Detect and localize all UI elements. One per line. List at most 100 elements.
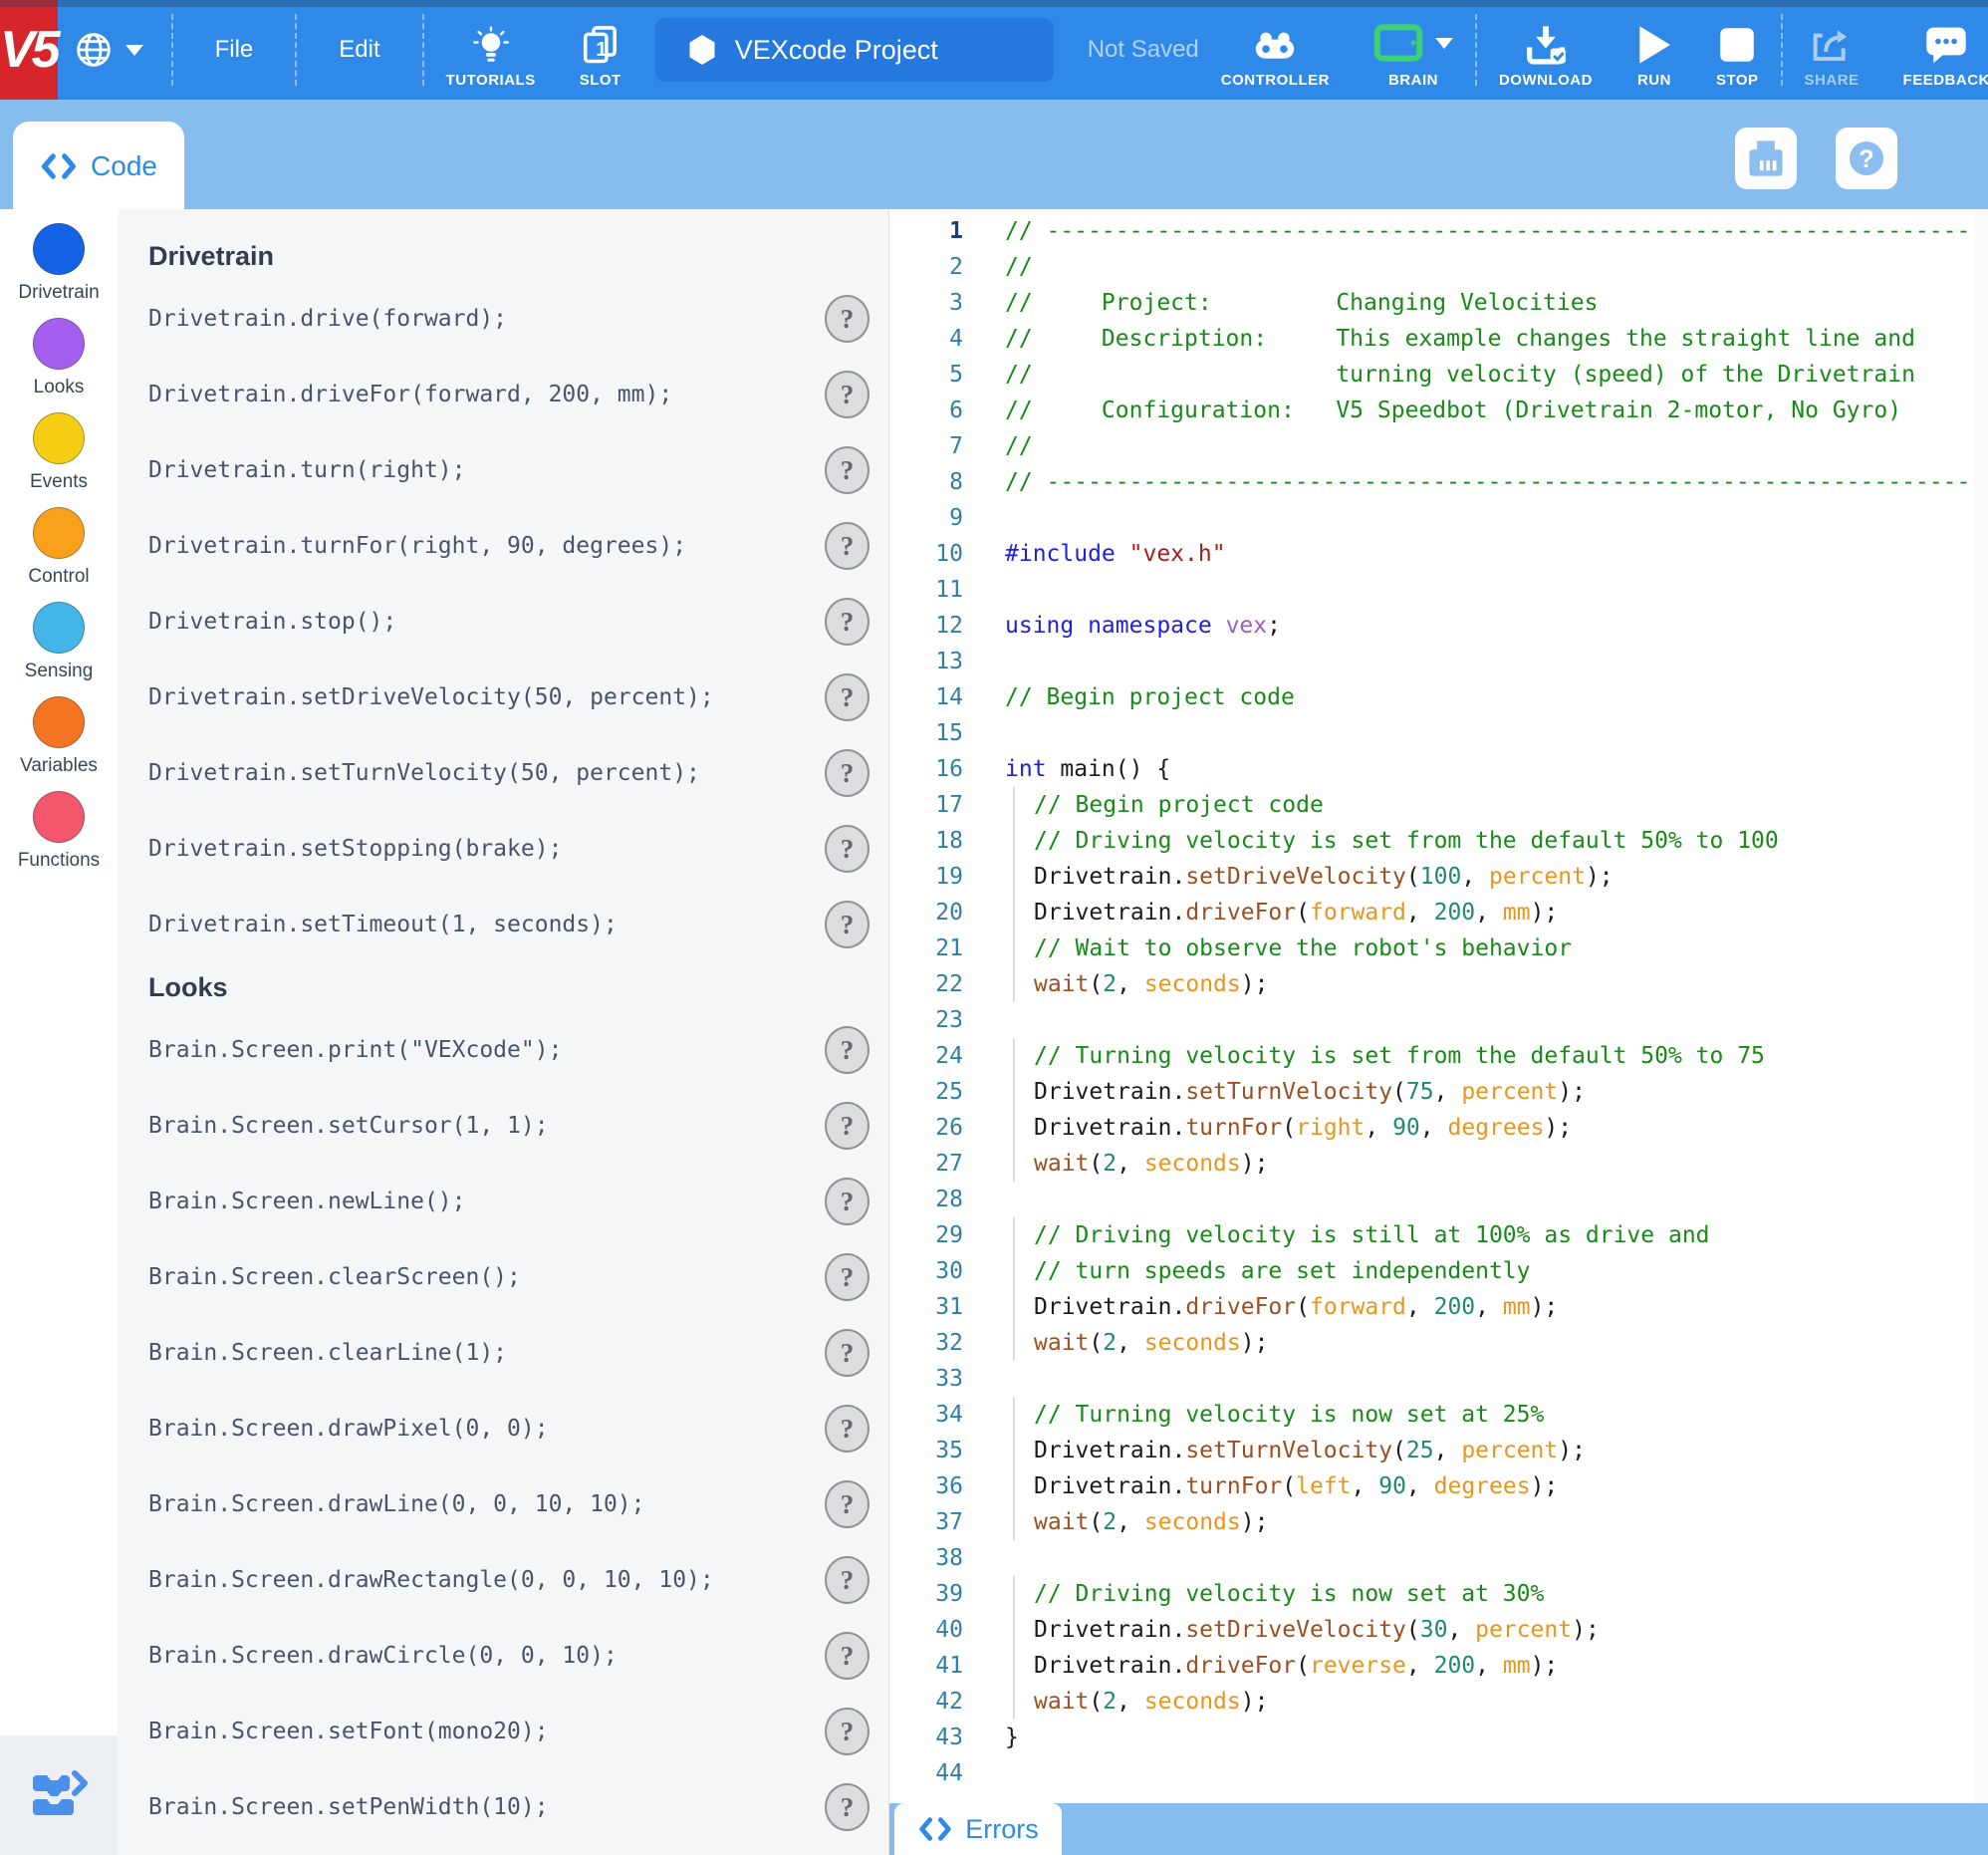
help-button[interactable]: ?: [825, 295, 870, 343]
command-row[interactable]: Drivetrain.setStopping(brake);?: [118, 811, 888, 887]
command-row[interactable]: Drivetrain.stop();?: [118, 584, 888, 660]
help-button[interactable]: ?: [825, 446, 870, 494]
sidebar-item-sensing[interactable]: Sensing: [0, 602, 118, 682]
help-button-top[interactable]: ?: [1836, 128, 1897, 189]
code-token: );: [1585, 864, 1614, 890]
sidebar-item-looks[interactable]: Looks: [0, 318, 118, 398]
code-line: 29 // Driving velocity is still at 100% a…: [889, 1217, 1974, 1253]
help-button[interactable]: ?: [825, 1708, 870, 1755]
help-button[interactable]: ?: [825, 598, 870, 646]
line-number: 13: [935, 649, 963, 674]
code-token: // turn speeds are set independently: [1034, 1258, 1531, 1284]
code-line: 28: [889, 1182, 1974, 1217]
line-number: 15: [935, 720, 963, 746]
code-token: setTurnVelocity: [1185, 1079, 1393, 1105]
share-button[interactable]: SHARE: [1783, 0, 1881, 100]
command-row[interactable]: Drivetrain.setTimeout(1, seconds);?: [118, 887, 888, 962]
code-line: 3 // Project: Changing Velocities: [889, 285, 1974, 321]
code-token: "vex.h": [1128, 541, 1226, 567]
help-button[interactable]: ?: [825, 1556, 870, 1604]
code-line-content: // Begin project code: [1005, 787, 1324, 823]
help-button[interactable]: ?: [825, 1329, 870, 1377]
brain-button[interactable]: BRAIN: [1352, 0, 1475, 100]
indent-guide: [1013, 859, 1034, 895]
print-button[interactable]: [1735, 128, 1797, 189]
help-button[interactable]: ?: [825, 901, 870, 948]
globe-icon: [74, 30, 114, 70]
help-button[interactable]: ?: [825, 1405, 870, 1453]
command-row[interactable]: Brain.Screen.drawCircle(0, 0, 10);?: [118, 1618, 888, 1694]
help-button[interactable]: ?: [825, 522, 870, 570]
sidebar-item-variables[interactable]: Variables: [0, 696, 118, 777]
tutorials-button[interactable]: TUTORIALS: [424, 0, 558, 100]
code-token: );: [1240, 1151, 1269, 1177]
help-button[interactable]: ?: [825, 749, 870, 797]
command-row[interactable]: Drivetrain.setTurnVelocity(50, percent);…: [118, 735, 888, 811]
command-row[interactable]: Brain.Screen.drawLine(0, 0, 10, 10);?: [118, 1466, 888, 1542]
code-line: 10 #include "vex.h": [889, 536, 1974, 572]
command-row[interactable]: Drivetrain.turn(right);?: [118, 432, 888, 508]
sidebar-item-control[interactable]: Control: [0, 507, 118, 588]
help-button[interactable]: ?: [825, 371, 870, 418]
command-row[interactable]: Brain.Screen.setPenWidth(10);?: [118, 1769, 888, 1845]
indent-guide: [1013, 1397, 1034, 1433]
stop-label: STOP: [1715, 72, 1759, 89]
help-button[interactable]: ?: [825, 673, 870, 721]
tab-errors[interactable]: Errors: [894, 1803, 1062, 1855]
help-button[interactable]: ?: [825, 825, 870, 873]
help-button[interactable]: ?: [825, 1632, 870, 1680]
code-token: seconds: [1143, 1151, 1241, 1177]
code-token: 25: [1405, 1438, 1434, 1463]
sidebar-item-drivetrain[interactable]: Drivetrain: [0, 223, 118, 304]
command-section-heading: Looks: [148, 971, 228, 1002]
menu-edit[interactable]: Edit: [297, 0, 421, 100]
menu-file[interactable]: File: [173, 0, 296, 100]
command-row[interactable]: Drivetrain.driveFor(forward, 200, mm);?: [118, 357, 888, 432]
code-line-content: Drivetrain.setDriveVelocity(100, percent…: [1005, 859, 1614, 895]
project-name-button[interactable]: VEXcode Project: [654, 18, 1054, 82]
sidebar-item-functions[interactable]: Functions: [0, 791, 118, 872]
run-button[interactable]: RUN: [1615, 0, 1694, 100]
errors-bar: Errors: [889, 1803, 1988, 1855]
tab-code[interactable]: Code: [13, 122, 184, 211]
code-token: );: [1530, 1294, 1559, 1320]
code-token: ;: [1267, 613, 1281, 639]
line-number: 23: [935, 1007, 963, 1033]
slot-button[interactable]: 1 SLOT: [558, 0, 643, 100]
code-editor[interactable]: 1 // ------------------------------------…: [889, 209, 1988, 1803]
command-row[interactable]: Drivetrain.drive(forward);?: [118, 281, 888, 357]
code-token: left: [1296, 1473, 1352, 1499]
code-token: 75: [1405, 1079, 1434, 1105]
command-row[interactable]: Drivetrain.setDriveVelocity(50, percent)…: [118, 660, 888, 735]
command-row[interactable]: Brain.Screen.setFont(mono20);?: [118, 1694, 888, 1769]
blocks-text-toggle-button[interactable]: [0, 1735, 118, 1855]
help-button[interactable]: ?: [825, 1480, 870, 1528]
command-row[interactable]: Brain.Screen.drawPixel(0, 0);?: [118, 1391, 888, 1466]
command-row[interactable]: Brain.Screen.setCursor(1, 1);?: [118, 1088, 888, 1164]
code-line: 40 Drivetrain.setDriveVelocity(30, percen…: [889, 1612, 1974, 1648]
code-token: Drivetrain.: [1034, 864, 1186, 890]
command-row[interactable]: Brain.Screen.drawRectangle(0, 0, 10, 10)…: [118, 1542, 888, 1618]
command-snippet: Brain.Screen.drawCircle(0, 0, 10);: [148, 1643, 618, 1669]
sidebar-item-events[interactable]: Events: [0, 412, 118, 493]
command-row[interactable]: Brain.Screen.newLine();?: [118, 1164, 888, 1239]
command-row[interactable]: Brain.Screen.print("VEXcode");?: [118, 1012, 888, 1088]
language-menu[interactable]: [58, 0, 171, 100]
help-button[interactable]: ?: [825, 1253, 870, 1301]
help-button[interactable]: ?: [825, 1783, 870, 1831]
stop-button[interactable]: STOP: [1694, 0, 1781, 100]
command-row[interactable]: Brain.Screen.clearScreen();?: [118, 1239, 888, 1315]
help-button[interactable]: ?: [825, 1102, 870, 1150]
command-list-panel[interactable]: Drivetrain Drivetrain.drive(forward);? Dri…: [118, 209, 889, 1855]
feedback-button[interactable]: FEEDBACK: [1881, 0, 1988, 100]
code-tab-label: Code: [91, 150, 157, 181]
command-row[interactable]: Drivetrain.turnFor(right, 90, degrees);?: [118, 508, 888, 584]
help-button[interactable]: ?: [825, 1026, 870, 1074]
controller-button[interactable]: CONTROLLER: [1199, 0, 1352, 100]
help-button[interactable]: ?: [825, 1178, 870, 1225]
code-token: // Driving velocity is set from the defa…: [1034, 828, 1779, 854]
command-snippet: Brain.Screen.setCursor(1, 1);: [148, 1113, 549, 1139]
download-button[interactable]: DOWNLOAD: [1477, 0, 1615, 100]
code-line: 15: [889, 715, 1974, 751]
command-row[interactable]: Brain.Screen.clearLine(1);?: [118, 1315, 888, 1391]
